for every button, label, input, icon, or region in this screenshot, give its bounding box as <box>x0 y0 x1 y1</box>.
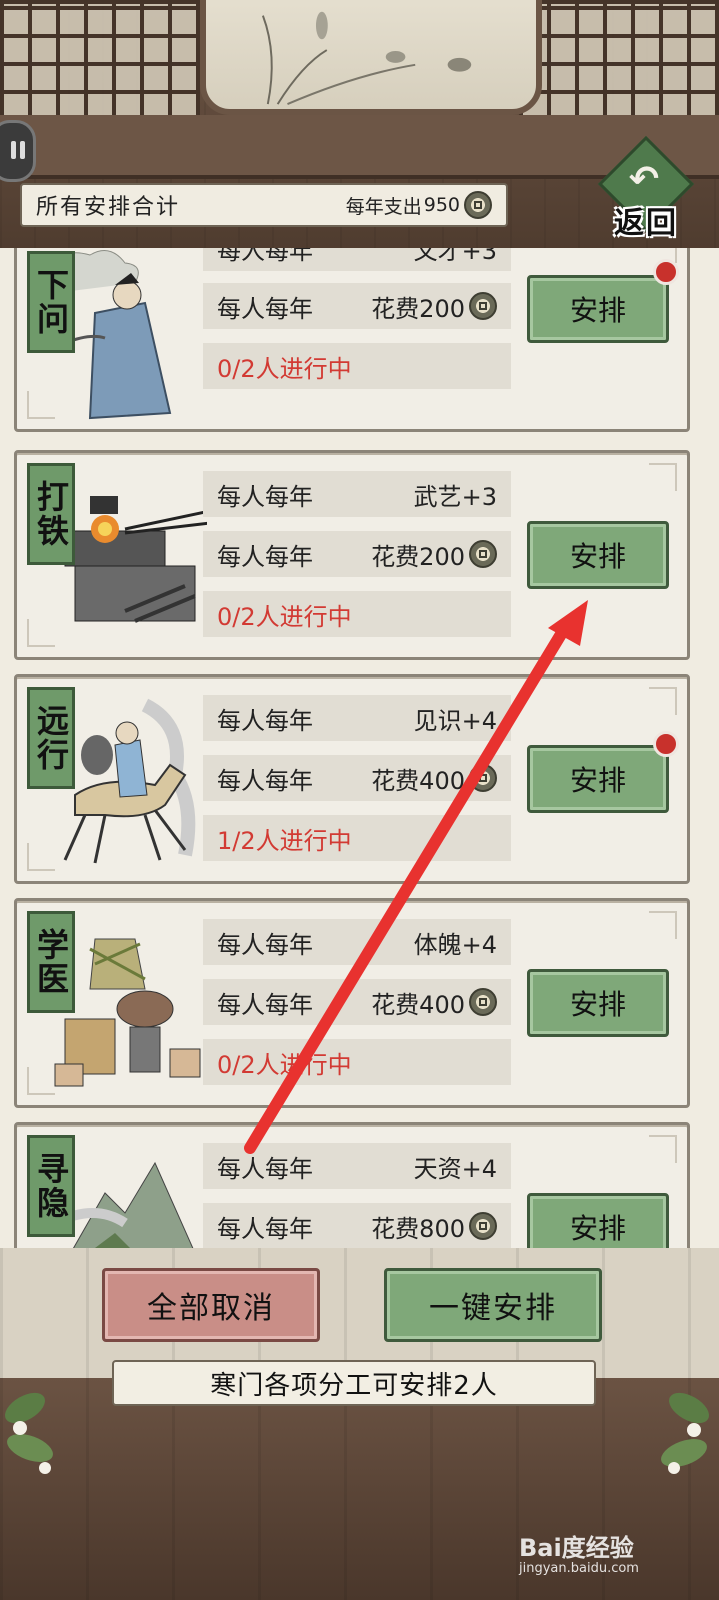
notification-dot-icon <box>653 259 679 285</box>
arrange-button[interactable]: 安排 <box>527 969 669 1037</box>
coin-icon <box>469 764 497 792</box>
task-card-xueyi: 学医 每人每年 体魄+4 每人每年 花费400 0/2人进行中 安排 <box>14 898 690 1108</box>
back-arrow-icon: ↶ <box>628 159 660 200</box>
stat-value: 体魄+4 <box>413 930 497 959</box>
status-row: 0/2人进行中 <box>203 343 511 389</box>
cost-value: 花费800 <box>371 1214 465 1243</box>
stat-value: 文才+3 <box>413 248 497 265</box>
cost-value: 花费200 <box>371 294 465 323</box>
annual-cost-label: 每年支出 <box>345 195 422 218</box>
task-tag: 远行 <box>27 687 75 789</box>
cost-label: 每人每年 <box>217 1214 313 1243</box>
status-text: 0/2人进行中 <box>217 354 352 383</box>
back-button[interactable]: ↶ 返回 <box>597 135 695 241</box>
arrange-all-button[interactable]: 一键安排 <box>384 1268 602 1342</box>
side-drawer-tab[interactable] <box>0 120 36 182</box>
annual-cost-value: 950 <box>423 194 460 216</box>
task-tag: 寻隐 <box>27 1135 75 1237</box>
orchid-painting <box>200 0 542 115</box>
status-row: 0/2人进行中 <box>203 1039 511 1085</box>
stat-value: 见识+4 <box>413 706 497 735</box>
status-row: 1/2人进行中 <box>203 815 511 861</box>
coin-icon <box>469 988 497 1016</box>
cost-value: 花费200 <box>371 542 465 571</box>
task-tag: 学医 <box>27 911 75 1013</box>
notification-dot-icon <box>653 731 679 757</box>
stat-label: 每人每年 <box>217 930 313 959</box>
summary-bar: 所有安排合计 每年支出 950 <box>20 183 508 227</box>
cost-row: 每人每年 花费200 <box>203 283 511 329</box>
status-row: 0/2人进行中 <box>203 591 511 637</box>
coin-icon <box>469 540 497 568</box>
arrange-button[interactable]: 安排 <box>527 1193 669 1248</box>
orchid-painting-art <box>261 11 472 105</box>
task-tag: 下问 <box>27 251 75 353</box>
task-card-datie: 打铁 每人每年 武艺+3 每人每年 花费200 0/2人进行中 安排 <box>14 450 690 660</box>
arrange-button[interactable]: 安排 <box>527 745 669 813</box>
cost-label: 每人每年 <box>217 990 313 1019</box>
stat-row: 每人每年 天资+4 <box>203 1143 511 1189</box>
coin-icon <box>469 1212 497 1240</box>
coin-icon <box>469 292 497 320</box>
stat-label: 每人每年 <box>217 706 313 735</box>
status-text: 0/2人进行中 <box>217 1050 352 1079</box>
baidu-watermark: Bai度经验 jingyan.baidu.com <box>519 1528 689 1578</box>
leaves-right-icon <box>661 1392 709 1474</box>
stat-label: 每人每年 <box>217 248 313 265</box>
cost-row: 每人每年 花费800 <box>203 1203 511 1248</box>
status-text: 0/2人进行中 <box>217 602 352 631</box>
stat-label: 每人每年 <box>217 482 313 511</box>
cost-label: 每人每年 <box>217 766 313 795</box>
arrange-button[interactable]: 安排 <box>527 275 669 343</box>
arrange-button[interactable]: 安排 <box>527 521 669 589</box>
coin-icon <box>464 191 492 219</box>
stat-label: 每人每年 <box>217 1154 313 1183</box>
watermark-url: jingyan.baidu.com <box>519 1561 639 1576</box>
cost-row: 每人每年 花费400 <box>203 755 511 801</box>
task-card-yuanxing: 远行 每人每年 见识+4 每人每年 花费400 1/2人进行中 安排 <box>14 674 690 884</box>
cost-value: 花费400 <box>371 990 465 1019</box>
task-card-xunyin: 寻隐 每人每年 天资+4 每人每年 花费800 安排 <box>14 1122 690 1248</box>
stat-row: 每人每年 武艺+3 <box>203 471 511 517</box>
cost-label: 每人每年 <box>217 294 313 323</box>
status-text: 1/2人进行中 <box>217 826 352 855</box>
task-tag: 打铁 <box>27 463 75 565</box>
leaves-left-icon <box>5 1392 53 1474</box>
stat-value: 武艺+3 <box>413 482 497 511</box>
back-label: 返回 <box>614 206 678 241</box>
cancel-all-button[interactable]: 全部取消 <box>102 1268 320 1342</box>
cost-row: 每人每年 花费400 <box>203 979 511 1025</box>
stat-row: 每人每年 文才+3 <box>203 248 511 271</box>
task-card-xiawen: 下问 每人每年 文才+3 每人每年 花费200 0/2人进行中 安排 <box>14 248 690 432</box>
stat-row: 每人每年 体魄+4 <box>203 919 511 965</box>
stat-row: 每人每年 见识+4 <box>203 695 511 741</box>
stat-value: 天资+4 <box>413 1154 497 1183</box>
hint-banner: 寒门各项分工可安排2人 <box>112 1360 596 1406</box>
cost-row: 每人每年 花费200 <box>203 531 511 577</box>
cost-label: 每人每年 <box>217 542 313 571</box>
summary-title: 所有安排合计 <box>36 195 181 220</box>
watermark-brand: Bai度经验 <box>519 1534 634 1562</box>
task-list[interactable]: 下问 每人每年 文才+3 每人每年 花费200 0/2人进行中 安排 打铁 每人… <box>0 248 719 1248</box>
cost-value: 花费400 <box>371 766 465 795</box>
annual-cost: 每年支出 950 <box>346 191 492 219</box>
